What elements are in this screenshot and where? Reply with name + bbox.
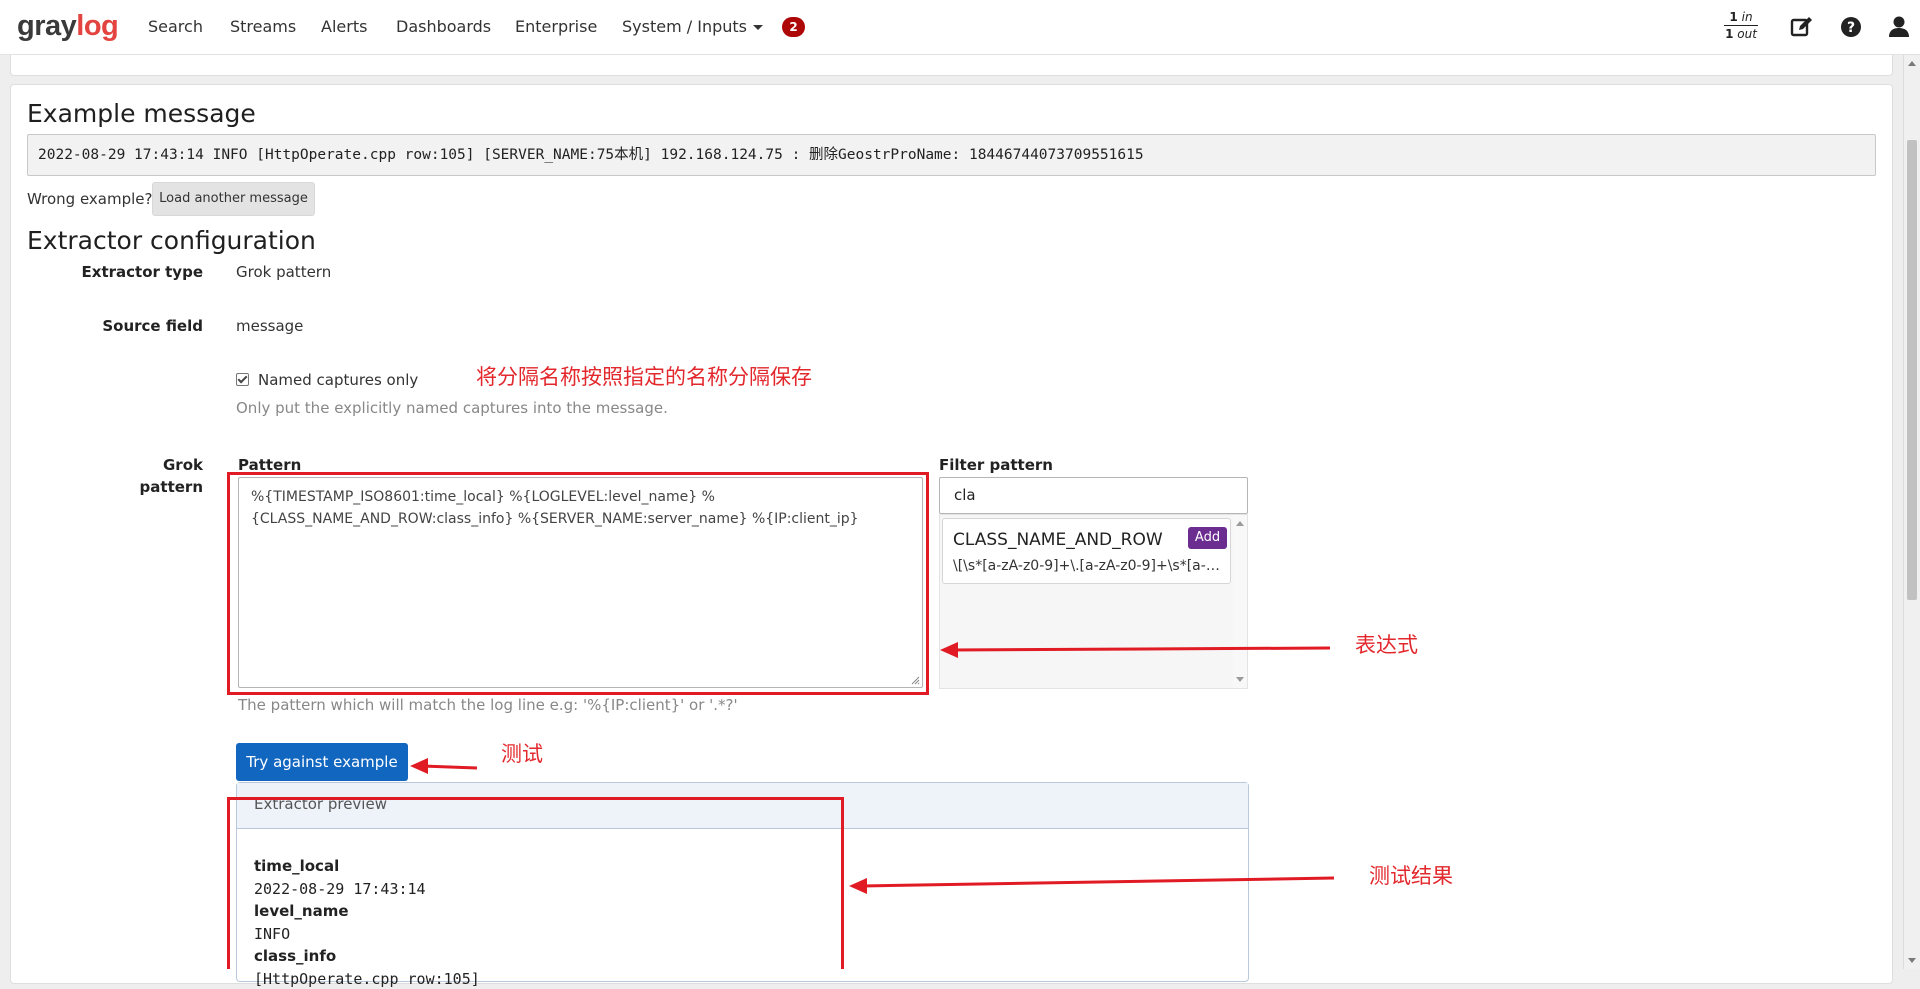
source-field-label: Source field: [102, 317, 203, 335]
help-icon[interactable]: ?: [1838, 14, 1864, 40]
pattern-results-list[interactable]: CLASS_NAME_AND_ROW Add \[\s*[a-zA-z0-9]+…: [939, 514, 1248, 689]
pattern-item-name: CLASS_NAME_AND_ROW: [953, 530, 1163, 550]
annotation-box-pattern: [227, 472, 929, 695]
named-captures-checkbox[interactable]: [236, 373, 249, 386]
extractor-type-value: Grok pattern: [236, 263, 332, 281]
add-pattern-button[interactable]: Add: [1188, 527, 1227, 549]
named-captures-help: Only put the explicitly named captures i…: [236, 399, 668, 417]
filter-pattern-heading: Filter pattern: [939, 456, 1053, 474]
pattern-help: The pattern which will match the log lin…: [238, 696, 738, 714]
edit-icon[interactable]: [1789, 14, 1815, 40]
preview-value-class-info: [HttpOperate.cpp row:105]: [254, 970, 480, 988]
throughput-out-label: out: [1737, 27, 1757, 41]
nav-system-inputs-label: System / Inputs: [622, 17, 747, 36]
source-field-value: message: [236, 317, 304, 335]
throughput-indicator[interactable]: 1 in 1 out: [1724, 9, 1758, 42]
annotation-named-captures: 将分隔名称按照指定的名称分隔保存: [476, 365, 812, 389]
notifications-badge[interactable]: 2: [782, 17, 805, 37]
nav-search[interactable]: Search: [148, 17, 203, 37]
wrong-example-label: Wrong example?: [27, 190, 153, 208]
logo-text-gray: gray: [17, 10, 77, 42]
list-scroll-down-icon[interactable]: [1236, 677, 1244, 682]
filter-pattern-input[interactable]: cla: [939, 477, 1248, 514]
grok-pattern-label-line2: pattern: [139, 478, 203, 496]
chevron-down-icon: [753, 25, 763, 30]
annotation-box-preview: [227, 797, 844, 969]
list-item: CLASS_NAME_AND_ROW Add \[\s*[a-zA-z0-9]+…: [942, 518, 1231, 584]
load-another-message-button[interactable]: Load another message: [152, 182, 315, 216]
nav-streams[interactable]: Streams: [230, 17, 296, 37]
throughput-in-value: 1: [1729, 10, 1738, 24]
svg-text:?: ?: [1847, 20, 1855, 36]
throughput-in: 1 in: [1724, 9, 1758, 26]
annotation-test: 测试: [501, 742, 543, 766]
throughput-out: 1 out: [1724, 26, 1758, 42]
top-navbar: graylog Search Streams Alerts Dashboards…: [0, 0, 1920, 55]
example-message-box: 2022-08-29 17:43:14 INFO [HttpOperate.cp…: [27, 134, 1876, 176]
pattern-item-definition: \[\s*[a-zA-z0-9]+\.[a-zA-z0-9]+\s*[a-zA-…: [953, 558, 1223, 574]
example-message-title: Example message: [27, 99, 256, 128]
previous-card: [10, 55, 1893, 76]
throughput-in-label: in: [1741, 10, 1753, 24]
scrollbar-thumb[interactable]: [1907, 140, 1917, 600]
scroll-down-arrow-icon[interactable]: [1908, 958, 1916, 963]
annotation-test-result: 测试结果: [1369, 864, 1453, 888]
named-captures-label[interactable]: Named captures only: [258, 369, 418, 391]
page-scrollbar[interactable]: [1903, 55, 1920, 969]
grok-pattern-label-line1: Grok: [163, 456, 203, 474]
user-icon[interactable]: [1886, 14, 1912, 40]
try-against-example-button[interactable]: Try against example: [236, 743, 408, 781]
annotation-expression: 表达式: [1355, 633, 1418, 657]
extractor-configuration-title: Extractor configuration: [27, 226, 316, 255]
graylog-logo[interactable]: graylog: [17, 10, 119, 42]
nav-alerts[interactable]: Alerts: [321, 17, 367, 37]
list-scroll-up-icon[interactable]: [1236, 521, 1244, 526]
scroll-up-arrow-icon[interactable]: [1908, 61, 1916, 66]
logo-text-log: log: [76, 10, 119, 42]
nav-dashboards[interactable]: Dashboards: [396, 17, 491, 37]
list-scrollbar[interactable]: [1233, 515, 1247, 688]
nav-enterprise[interactable]: Enterprise: [515, 17, 597, 37]
extractor-type-label: Extractor type: [81, 263, 203, 281]
nav-system-inputs-dropdown[interactable]: System / Inputs: [622, 17, 763, 37]
throughput-out-value: 1: [1725, 27, 1734, 41]
